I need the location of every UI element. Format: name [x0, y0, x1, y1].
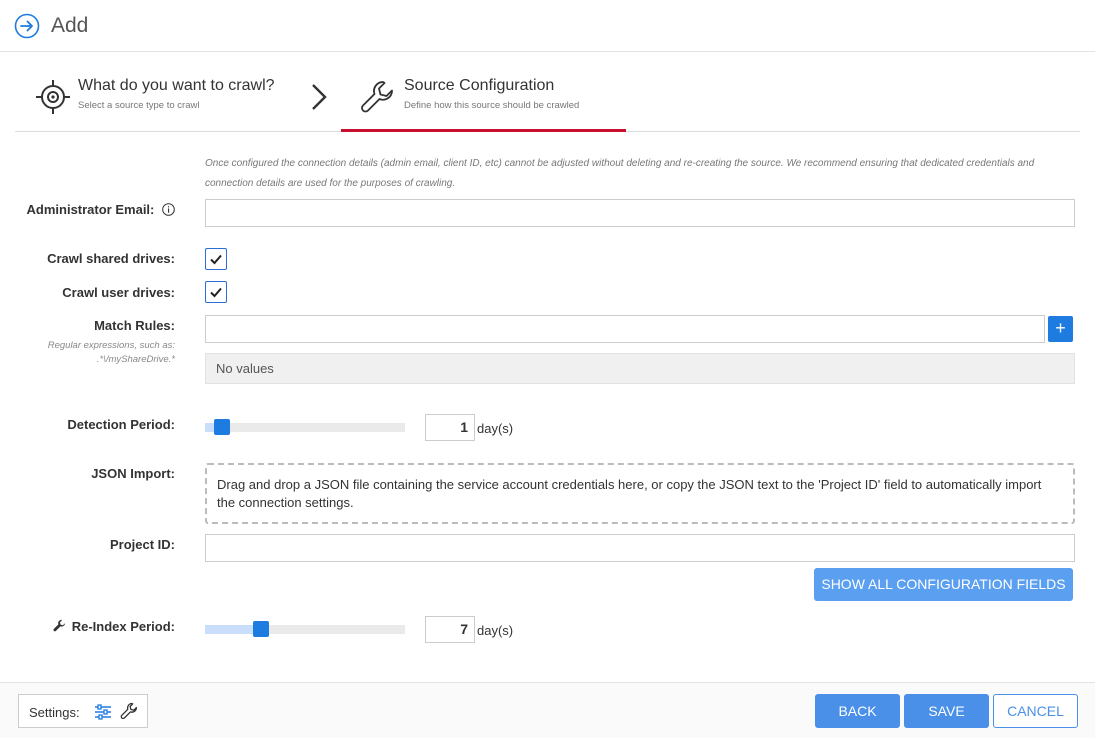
detection-period-label: Detection Period:	[67, 417, 175, 432]
detection-period-input[interactable]: 1	[425, 414, 475, 441]
arrow-right-circle-icon[interactable]	[14, 13, 40, 39]
footer-bar: Settings: BACK SAVE CANCEL	[0, 682, 1095, 738]
wrench-icon	[361, 81, 393, 113]
detection-period-unit: day(s)	[477, 421, 514, 436]
chevron-right-icon	[312, 84, 327, 110]
slider-thumb[interactable]	[253, 621, 269, 637]
slider-thumb[interactable]	[214, 419, 230, 435]
info-icon[interactable]	[162, 203, 175, 216]
step-title: What do you want to crawl?	[78, 77, 275, 94]
step-source-configuration[interactable]: Source Configuration Define how this sou…	[341, 52, 626, 132]
json-import-label: JSON Import:	[91, 466, 175, 481]
crawl-user-drives-label: Crawl user drives:	[62, 285, 175, 300]
project-id-label: Project ID:	[109, 537, 175, 552]
match-rules-label: Match Rules:	[94, 318, 175, 333]
match-rules-hint: Regular expressions, such as: .*\/myShar…	[47, 340, 175, 365]
page-header: Add	[0, 0, 1095, 52]
crawl-user-drives-checkbox[interactable]	[205, 281, 227, 303]
reindex-period-label: Re-Index Period:	[53, 619, 175, 634]
admin-email-input[interactable]	[205, 199, 1075, 227]
cancel-button[interactable]: CANCEL	[993, 694, 1078, 728]
configuration-notice: Once configured the connection details (…	[205, 158, 1035, 189]
sliders-icon[interactable]	[94, 703, 112, 721]
reindex-period-unit: day(s)	[477, 623, 514, 638]
crawl-shared-drives-label: Crawl shared drives:	[47, 251, 175, 266]
match-rules-empty-list: No values	[205, 353, 1075, 384]
reindex-period-input[interactable]: 7	[425, 616, 475, 643]
save-button[interactable]: SAVE	[904, 694, 989, 728]
back-button[interactable]: BACK	[815, 694, 900, 728]
add-match-rule-button[interactable]: +	[1048, 316, 1073, 342]
settings-label: Settings:	[29, 705, 80, 720]
checkmark-icon	[210, 254, 222, 265]
target-icon	[36, 80, 70, 114]
wrench-icon[interactable]	[120, 702, 138, 720]
step-what-to-crawl[interactable]: What do you want to crawl? Select a sour…	[15, 52, 305, 131]
step-subtitle: Define how this source should be crawled	[404, 100, 580, 111]
detection-period-slider[interactable]	[205, 419, 405, 435]
admin-email-label: Administrator Email:	[27, 202, 175, 217]
wrench-icon	[53, 619, 66, 632]
settings-panel: Settings:	[18, 694, 148, 728]
step-title: Source Configuration	[404, 77, 555, 94]
step-subtitle: Select a source type to crawl	[78, 100, 200, 111]
crawl-shared-drives-checkbox[interactable]	[205, 248, 227, 270]
show-all-configuration-fields-button[interactable]: SHOW ALL CONFIGURATION FIELDS	[814, 568, 1073, 601]
active-step-indicator	[341, 129, 626, 132]
page-title: Add	[51, 14, 89, 37]
wizard-steps: What do you want to crawl? Select a sour…	[15, 52, 1080, 132]
project-id-input[interactable]	[205, 534, 1075, 562]
checkmark-icon	[210, 287, 222, 298]
match-rules-input[interactable]	[205, 315, 1045, 343]
reindex-period-slider[interactable]	[205, 621, 405, 637]
json-import-dropzone[interactable]: Drag and drop a JSON file containing the…	[205, 463, 1075, 524]
